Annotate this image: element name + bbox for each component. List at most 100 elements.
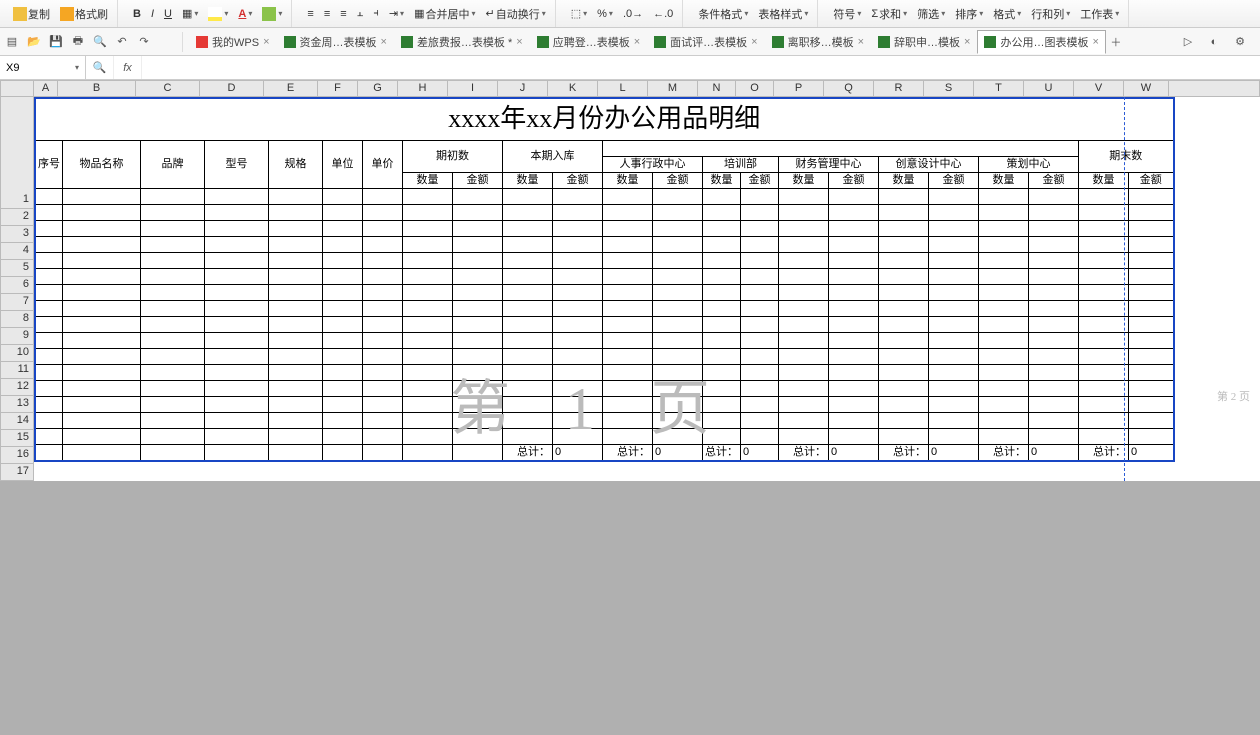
cell[interactable] <box>205 188 269 204</box>
cell[interactable] <box>35 444 63 461</box>
cell[interactable] <box>205 332 269 348</box>
cell[interactable] <box>1079 332 1129 348</box>
cell[interactable] <box>205 204 269 220</box>
cell[interactable] <box>323 300 363 316</box>
cell[interactable] <box>403 220 453 236</box>
select-all-corner[interactable] <box>0 80 34 97</box>
cell[interactable] <box>1129 284 1174 300</box>
cell[interactable] <box>141 396 205 412</box>
cell[interactable] <box>141 364 205 380</box>
cell[interactable] <box>323 444 363 461</box>
column-header[interactable]: H <box>398 80 448 97</box>
row-header[interactable]: 2 <box>0 209 34 226</box>
cell[interactable] <box>1029 220 1079 236</box>
cell[interactable] <box>703 268 741 284</box>
cell[interactable] <box>779 220 829 236</box>
cell[interactable] <box>979 316 1029 332</box>
cell[interactable]: 0 <box>553 444 603 461</box>
cell[interactable] <box>1129 428 1174 444</box>
cell[interactable] <box>453 316 503 332</box>
cell[interactable] <box>979 380 1029 396</box>
column-header[interactable]: V <box>1074 80 1124 97</box>
cell[interactable] <box>653 396 703 412</box>
cell[interactable] <box>453 284 503 300</box>
cell[interactable] <box>603 268 653 284</box>
cell[interactable] <box>741 204 779 220</box>
cell[interactable] <box>1129 380 1174 396</box>
cell[interactable] <box>141 300 205 316</box>
cell[interactable] <box>269 380 323 396</box>
cell[interactable]: 总计： <box>603 444 653 461</box>
cell[interactable] <box>1079 428 1129 444</box>
row-header[interactable]: 17 <box>0 464 34 481</box>
cell[interactable] <box>553 284 603 300</box>
cell[interactable] <box>553 220 603 236</box>
italic-button[interactable]: I <box>148 7 157 21</box>
cell[interactable] <box>403 332 453 348</box>
cell[interactable] <box>1029 252 1079 268</box>
cell[interactable] <box>63 300 141 316</box>
cell[interactable] <box>603 300 653 316</box>
cell[interactable] <box>363 220 403 236</box>
cell[interactable] <box>269 364 323 380</box>
cell[interactable] <box>269 188 323 204</box>
cell[interactable] <box>829 188 879 204</box>
cell[interactable] <box>553 396 603 412</box>
cell-style-button[interactable] <box>259 6 285 22</box>
number-format-button[interactable]: ⬚ <box>568 6 590 21</box>
cell[interactable] <box>779 364 829 380</box>
cell[interactable] <box>779 332 829 348</box>
cell[interactable] <box>63 332 141 348</box>
cell[interactable] <box>63 428 141 444</box>
cell[interactable]: 0 <box>653 444 703 461</box>
cell[interactable] <box>63 364 141 380</box>
cell[interactable] <box>603 348 653 364</box>
undo-icon[interactable]: ↶ <box>112 32 132 52</box>
add-tab-icon[interactable]: ＋ <box>1106 32 1126 52</box>
cell[interactable] <box>603 316 653 332</box>
cell[interactable] <box>403 412 453 428</box>
cell[interactable] <box>553 348 603 364</box>
cell[interactable] <box>453 444 503 461</box>
cell[interactable] <box>1029 236 1079 252</box>
cell[interactable] <box>269 220 323 236</box>
cell[interactable] <box>141 284 205 300</box>
cell[interactable] <box>1029 300 1079 316</box>
table-style-button[interactable]: 表格样式 <box>755 5 811 23</box>
qat-more-icon[interactable] <box>156 32 176 52</box>
worksheet-button[interactable]: 工作表 <box>1077 5 1122 23</box>
cell[interactable] <box>1129 268 1174 284</box>
cell[interactable]: 总计： <box>1079 444 1129 461</box>
cell[interactable] <box>363 204 403 220</box>
cell[interactable]: 总计： <box>503 444 553 461</box>
cell[interactable] <box>929 284 979 300</box>
cell[interactable] <box>363 380 403 396</box>
row-header[interactable]: 1 <box>0 192 34 209</box>
cell[interactable] <box>35 220 63 236</box>
cell[interactable] <box>741 316 779 332</box>
cell[interactable] <box>403 268 453 284</box>
row-header[interactable]: 14 <box>0 413 34 430</box>
search-icon[interactable]: 🔍 <box>86 56 114 79</box>
cell[interactable] <box>1129 252 1174 268</box>
print-icon[interactable]: 🖶 <box>68 32 88 52</box>
cell[interactable] <box>653 204 703 220</box>
cell[interactable] <box>553 380 603 396</box>
close-icon[interactable]: × <box>634 36 640 48</box>
cell[interactable] <box>35 428 63 444</box>
cell[interactable] <box>35 268 63 284</box>
cell[interactable] <box>741 412 779 428</box>
cell[interactable] <box>35 412 63 428</box>
cell[interactable] <box>879 204 929 220</box>
cell[interactable] <box>703 364 741 380</box>
cell[interactable] <box>141 332 205 348</box>
cell[interactable] <box>653 236 703 252</box>
cell[interactable] <box>323 252 363 268</box>
cell[interactable] <box>1079 412 1129 428</box>
cell[interactable] <box>205 284 269 300</box>
cell[interactable] <box>141 444 205 461</box>
dark-mode-icon[interactable]: ◐ <box>1204 32 1224 52</box>
format-painter-button[interactable]: 格式刷 <box>57 5 111 23</box>
cell[interactable] <box>1129 364 1174 380</box>
column-header[interactable]: E <box>264 80 318 97</box>
